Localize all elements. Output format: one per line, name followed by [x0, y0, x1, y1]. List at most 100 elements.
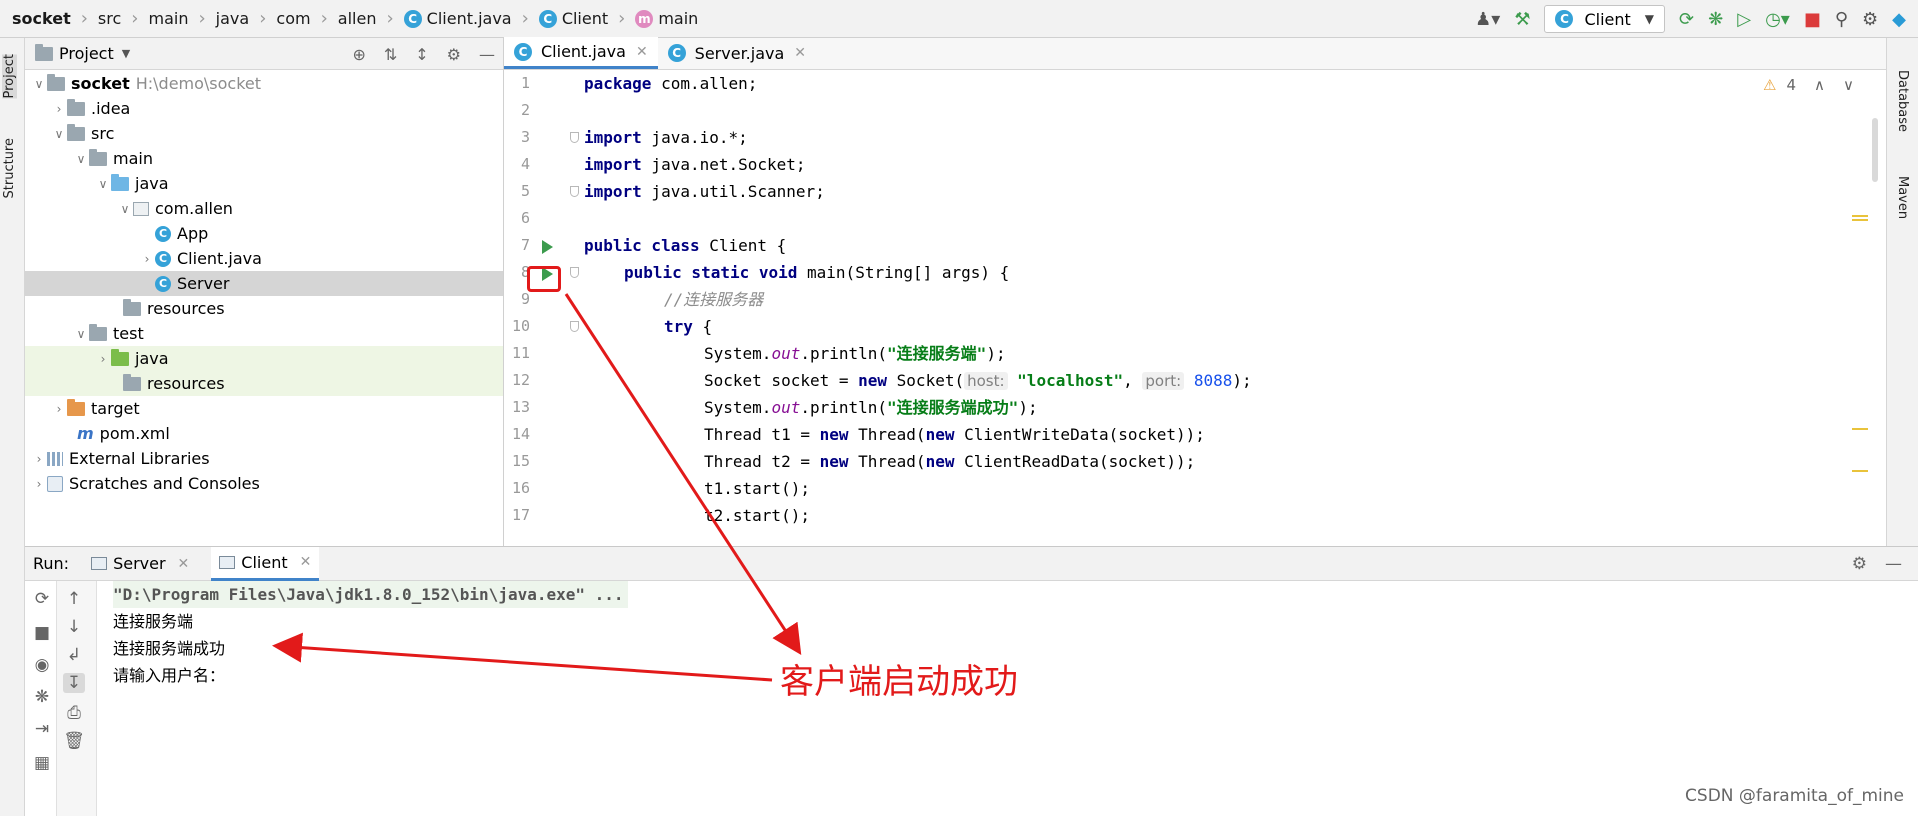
scroll-to-end-icon[interactable]: ↧ — [63, 673, 85, 693]
close-icon[interactable]: ✕ — [794, 45, 806, 61]
locate-icon[interactable]: ⊕ — [352, 45, 365, 64]
run-tab-server[interactable]: Server ✕ — [83, 547, 197, 581]
tree-item-external-libraries[interactable]: › External Libraries — [25, 446, 503, 471]
tab-client-java[interactable]: C Client.java ✕ — [504, 37, 658, 69]
gear-icon[interactable]: ⚙ — [1862, 9, 1878, 30]
run-tab-client[interactable]: Client ✕ — [211, 546, 320, 581]
tree-item-target[interactable]: › target — [25, 396, 503, 421]
trash-icon[interactable]: 🗑 — [63, 731, 85, 751]
warning-stripe[interactable] — [1852, 428, 1868, 430]
minimize-icon[interactable]: — — [479, 45, 495, 64]
collapse-all-icon[interactable]: ↕ — [415, 45, 428, 64]
warning-stripe[interactable] — [1852, 215, 1868, 217]
breadcrumb-item[interactable]: com — [276, 9, 310, 28]
gear-icon[interactable]: ⚙ — [1852, 554, 1867, 574]
tree-item-server[interactable]: C Server — [25, 271, 503, 296]
tree-item-pom[interactable]: m pom.xml — [25, 421, 503, 446]
tree-item-test[interactable]: ∨ test — [25, 321, 503, 346]
tree-item-package[interactable]: ∨ com.allen — [25, 196, 503, 221]
close-icon[interactable]: ✕ — [636, 44, 648, 60]
debug-icon[interactable]: ❋ — [1708, 9, 1723, 30]
chevron-down-icon[interactable]: ∨ — [73, 152, 89, 166]
tree-item-src[interactable]: ∨ src — [25, 121, 503, 146]
chevron-right-icon[interactable]: › — [95, 352, 111, 366]
structure-tool-tab[interactable]: Structure — [2, 138, 17, 198]
tree-item-scratches[interactable]: › Scratches and Consoles — [25, 471, 503, 496]
chevron-right-icon[interactable]: › — [51, 102, 67, 116]
chevron-down-icon[interactable]: ∨ — [73, 327, 89, 341]
database-tool-tab[interactable]: Database — [1895, 70, 1910, 132]
close-icon[interactable]: ✕ — [300, 554, 312, 570]
tree-item-idea[interactable]: › .idea — [25, 96, 503, 121]
rerun-icon[interactable]: ⟳ — [31, 589, 53, 609]
rerun-icon[interactable]: ⟳ — [1679, 9, 1694, 30]
tree-item-resources[interactable]: resources — [25, 296, 503, 321]
code-area[interactable]: package com.allen; import java.io.*; imp… — [584, 70, 1784, 546]
layout-icon[interactable]: ▦ — [31, 753, 53, 773]
breadcrumb-item[interactable]: src — [98, 9, 121, 28]
resources-folder-icon — [123, 298, 141, 316]
minimize-icon[interactable]: — — [1885, 554, 1902, 574]
stop-icon[interactable]: ■ — [31, 623, 53, 643]
threads-icon[interactable]: ❋ — [31, 687, 53, 707]
breadcrumb-item[interactable]: main — [148, 9, 188, 28]
breadcrumb-item[interactable]: allen — [338, 9, 377, 28]
user-icon[interactable]: ♟▾ — [1475, 9, 1500, 30]
soft-wrap-icon[interactable]: ↲ — [63, 645, 85, 665]
coverage-icon[interactable]: ▷ — [1737, 9, 1751, 30]
arrow-down-icon[interactable]: ↓ — [63, 617, 85, 637]
tree-item-app[interactable]: C App — [25, 221, 503, 246]
run-config-select[interactable]: C Client ▼ — [1544, 5, 1666, 33]
chevron-down-icon[interactable]: ∨ — [51, 127, 67, 141]
close-icon[interactable]: ✕ — [178, 556, 190, 572]
run-gutter-icon[interactable] — [542, 240, 553, 254]
chevron-down-icon[interactable]: ▼ — [122, 47, 130, 60]
vertical-scrollbar[interactable] — [1872, 118, 1878, 182]
breadcrumb-item[interactable]: C Client.java — [403, 9, 512, 28]
chevron-right-icon[interactable]: › — [51, 402, 67, 416]
fold-icon[interactable] — [570, 321, 579, 332]
maven-tool-tab[interactable]: Maven — [1895, 176, 1910, 219]
stop-icon[interactable]: ■ — [1804, 9, 1821, 30]
project-panel-title[interactable]: Project — [59, 44, 114, 63]
search-icon[interactable]: ⚲ — [1835, 9, 1848, 30]
tree-item-client[interactable]: › C Client.java — [25, 246, 503, 271]
chevron-right-icon[interactable]: › — [139, 252, 155, 266]
fold-icon[interactable] — [570, 186, 579, 197]
arrow-up-icon[interactable]: ↑ — [63, 589, 85, 609]
breadcrumb-item[interactable]: socket — [12, 9, 71, 28]
hammer-icon[interactable]: ⚒ — [1514, 9, 1530, 30]
run-header-tools: ⚙ — — [1852, 547, 1902, 581]
warning-stripe[interactable] — [1852, 219, 1868, 221]
tree-item-test-resources[interactable]: resources — [25, 371, 503, 396]
gear-icon[interactable]: ⚙ — [447, 45, 461, 64]
chevron-down-icon[interactable]: ∨ — [31, 77, 47, 91]
breadcrumb-item[interactable]: java — [216, 9, 250, 28]
profile-icon[interactable]: ◷▾ — [1765, 9, 1790, 30]
expand-all-icon[interactable]: ⇅ — [384, 45, 397, 64]
plugin-icon[interactable]: ◆ — [1892, 9, 1906, 30]
tree-item-test-java[interactable]: › java — [25, 346, 503, 371]
tab-server-java[interactable]: C Server.java ✕ — [658, 37, 816, 69]
chevron-down-icon[interactable]: ∨ — [95, 177, 111, 191]
console-output[interactable]: "D:\Program Files\Java\jdk1.8.0_152\bin\… — [113, 581, 628, 689]
warning-stripe[interactable] — [1852, 470, 1868, 472]
print-icon[interactable]: ⎙ — [63, 703, 85, 723]
exit-icon[interactable]: ⇥ — [31, 719, 53, 739]
chevron-right-icon[interactable]: › — [31, 477, 47, 491]
tree-item-java[interactable]: ∨ java — [25, 171, 503, 196]
tree-item-socket[interactable]: ∨ socket H:\demo\socket — [25, 71, 503, 96]
left-tool-strip: Project Structure — [0, 38, 25, 816]
chevron-down-icon[interactable]: ∨ — [1843, 76, 1854, 94]
chevron-up-icon[interactable]: ∧ — [1814, 76, 1825, 94]
chevron-right-icon[interactable]: › — [31, 452, 47, 466]
fold-icon[interactable] — [570, 132, 579, 143]
fold-icon[interactable] — [570, 267, 579, 278]
breadcrumb-item[interactable]: C Client — [538, 9, 608, 28]
breadcrumb-item[interactable]: m main — [635, 9, 698, 28]
tree-item-main[interactable]: ∨ main — [25, 146, 503, 171]
inspection-widget[interactable]: ⚠ 4 ∧ ∨ — [1763, 76, 1854, 94]
chevron-down-icon[interactable]: ∨ — [117, 202, 133, 216]
camera-icon[interactable]: ◉ — [31, 655, 53, 675]
project-tool-tab[interactable]: Project — [2, 54, 17, 99]
